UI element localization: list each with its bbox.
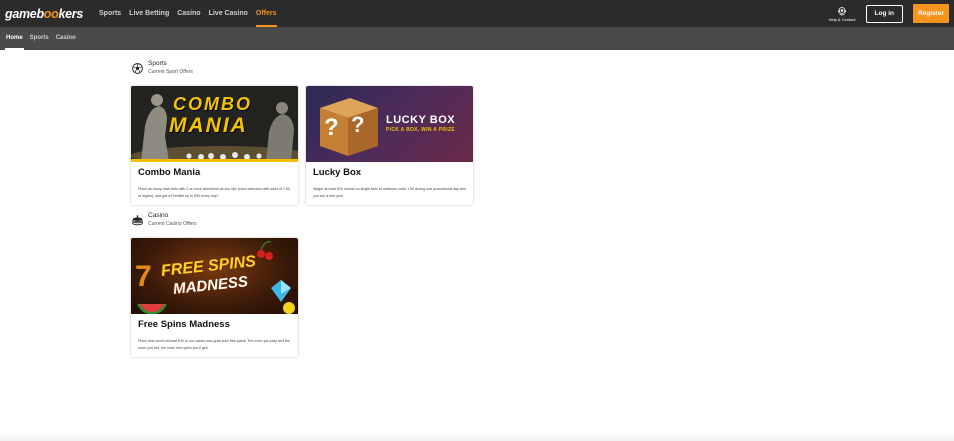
subnav-casino[interactable]: Casino [56, 27, 76, 50]
subnav-sports[interactable]: Sports [30, 27, 49, 50]
combo-mania-banner-line2: MANIA [169, 114, 248, 137]
lucky-box-title: Lucky Box [313, 167, 362, 178]
lucky-box-description: Wager at least €10 overall on single bet… [313, 187, 466, 198]
subnav-home[interactable]: Home [5, 27, 24, 50]
lucky-box-banner-line2: PICK A BOX, WIN A PRIZE [386, 127, 455, 133]
combo-mania-title: Combo Mania [138, 167, 201, 178]
lucky-box-banner: ? ? LUCKY BOX PICK A BOX, WIN A PRIZE [306, 86, 473, 162]
sports-section-title: Sports [148, 60, 167, 67]
logo-text-accent: oo [43, 6, 59, 21]
footer-divider [0, 433, 954, 441]
combo-mania-description: Place as many multi bets with 2 or more … [138, 187, 291, 198]
gamebookers-logo[interactable]: gamebookers [5, 7, 83, 21]
nav-live-casino[interactable]: Live Casino [209, 0, 248, 27]
help-contact-label: Help & Contact [828, 16, 856, 22]
free-spins-description: Place bets worth at least €10 in our cas… [138, 339, 290, 350]
logo-text-suffix: kers [58, 6, 83, 21]
casino-section-subtitle: Current Casino Offers [148, 221, 197, 227]
combo-mania-banner-line1: COMBO [173, 94, 252, 114]
logo-text-prefix: gameb [5, 6, 44, 21]
sports-section-subtitle: Current Sport Offers [148, 69, 193, 75]
sports-section-header: Sports Current Sport Offers [131, 60, 193, 77]
nav-offers[interactable]: Offers [255, 0, 277, 27]
free-spins-title: Free Spins Madness [138, 319, 230, 330]
nav-casino[interactable]: Casino [177, 0, 200, 27]
combo-mania-banner: COMBO MANIA [131, 86, 298, 162]
soccer-ball-icon [132, 63, 143, 74]
help-contact-link[interactable]: Help & Contact [829, 6, 856, 22]
offer-card-combo-mania[interactable]: COMBO MANIA Combo Mania Place as many mu… [131, 86, 298, 205]
offer-card-lucky-box[interactable]: ? ? LUCKY BOX PICK A BOX, WIN A PRIZE Lu… [306, 86, 473, 205]
lucky-box-question-mark: ? [324, 114, 339, 141]
login-button[interactable]: Log in [865, 4, 903, 23]
svg-text:7: 7 [135, 260, 152, 293]
casino-section-header: Casino Current Casino Offers [131, 212, 197, 229]
register-button[interactable]: Register [913, 4, 949, 23]
header-actions: Help & Contact Log in Register [829, 0, 949, 27]
casino-chips-icon [132, 215, 143, 226]
nav-live-betting[interactable]: Live Betting [129, 0, 169, 27]
offer-card-free-spins-madness[interactable]: 7 FREE SPINS MADNESS Free Spins Madness … [131, 238, 298, 357]
headset-icon [838, 6, 846, 15]
nav-sports[interactable]: Sports [99, 0, 121, 27]
casino-section-title: Casino [148, 212, 169, 219]
lucky-box-question-mark-2: ? [351, 112, 365, 137]
main-nav: Sports Live Betting Casino Live Casino O… [99, 0, 277, 27]
offers-subnav: Home Sports Casino [5, 27, 76, 50]
sub-navigation-bar: Home Sports Casino [0, 27, 954, 50]
free-spins-banner: 7 FREE SPINS MADNESS [131, 238, 298, 314]
lucky-box-banner-line1: LUCKY BOX [386, 114, 456, 126]
top-navigation-bar: gamebookers Sports Live Betting Casino L… [0, 0, 954, 27]
